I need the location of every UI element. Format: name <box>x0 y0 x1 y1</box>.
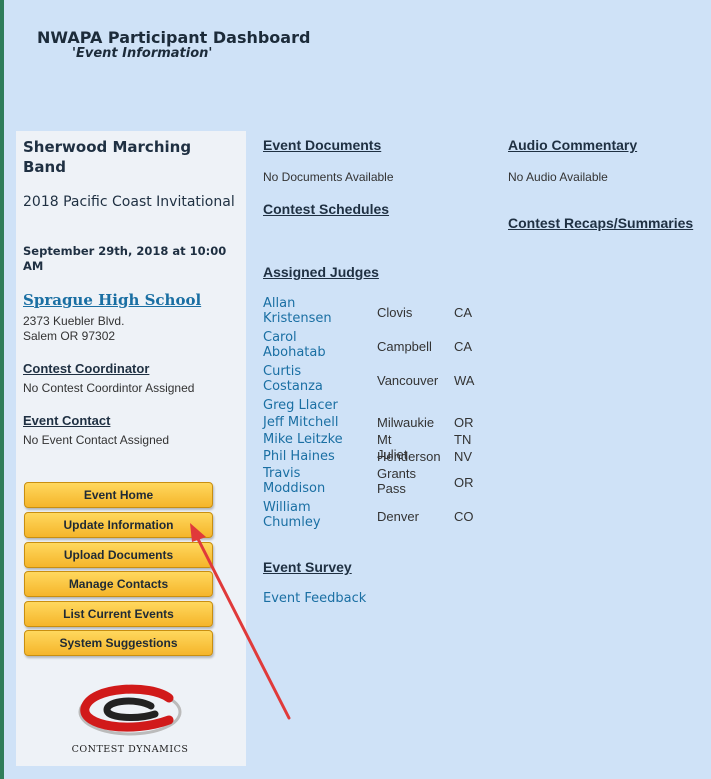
annotation-arrow-icon <box>190 523 291 720</box>
